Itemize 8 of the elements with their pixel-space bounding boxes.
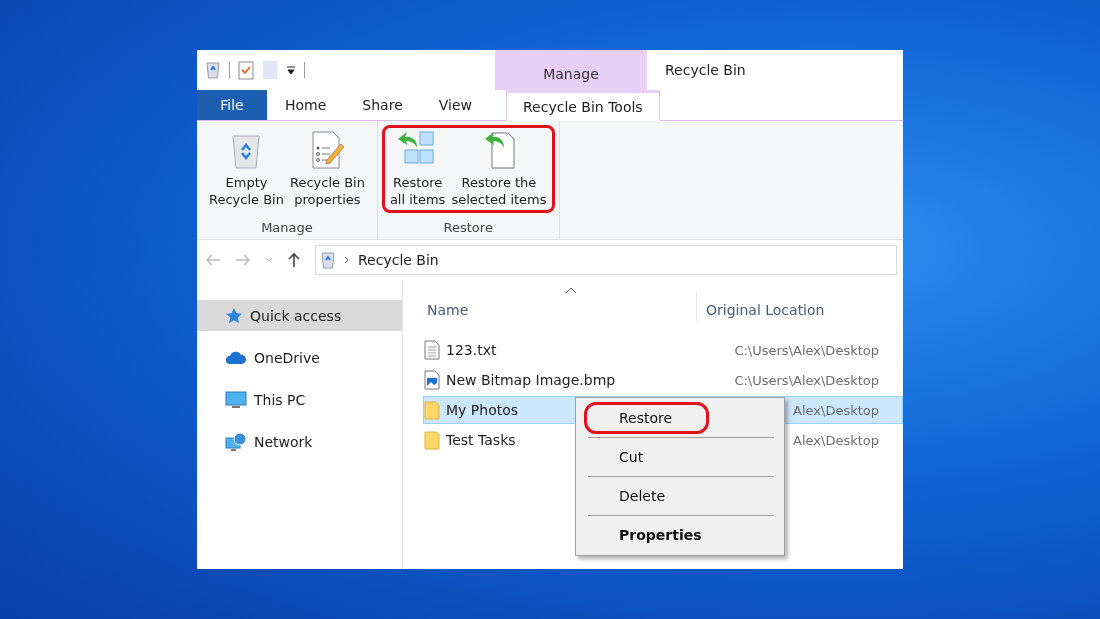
group-label: Manage — [261, 220, 313, 237]
location-cell-text: C:\Users\Alex\Desktop — [733, 342, 879, 358]
location-cell-text: Alex\Desktop — [792, 402, 879, 418]
location-cell-text: C:\Users\Alex\Desktop — [733, 372, 879, 388]
location-cell-text: Alex\Desktop — [792, 432, 879, 448]
group-label: Restore — [443, 220, 493, 237]
contextual-tab-label: Manage — [543, 66, 599, 84]
window-title: Recycle Bin — [664, 61, 746, 80]
